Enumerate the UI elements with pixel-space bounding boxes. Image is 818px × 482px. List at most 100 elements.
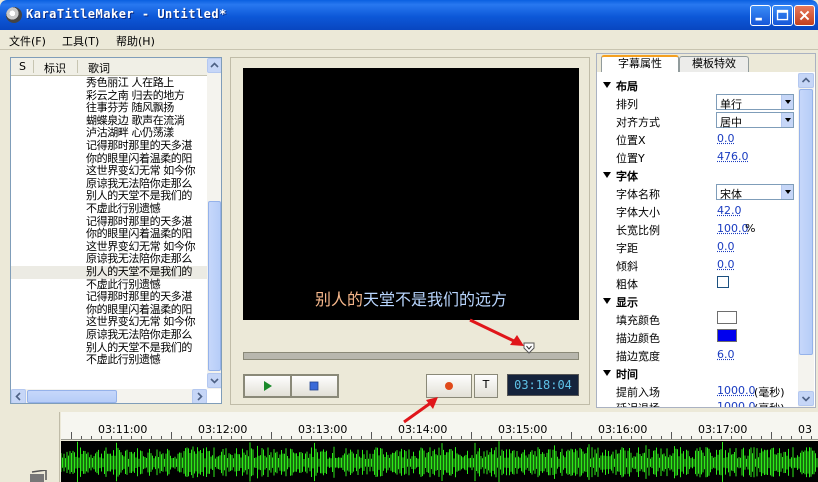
lyric-text: 记得那时那里的天多湛	[86, 291, 192, 303]
close-button[interactable]	[794, 5, 815, 26]
subtitle-sung-part: 别人的	[315, 290, 363, 309]
scroll-up-button[interactable]	[207, 58, 222, 73]
delay-exit-unit: (毫秒)	[754, 400, 785, 408]
section-timing[interactable]: 时间	[597, 364, 797, 382]
chevron-down-icon	[208, 374, 221, 387]
lyric-text: 原谅我无法陪你走那么	[86, 253, 192, 265]
lyric-text: 这世界变幻无常 如今你	[86, 165, 195, 177]
prop-pos-x: 位置X 0.0	[597, 130, 797, 148]
prop-italic: 倾斜 0.0	[597, 256, 797, 274]
minimize-button[interactable]	[750, 5, 771, 26]
prop-pos-x-label: 位置X	[616, 132, 646, 148]
lyric-row[interactable]: 记得那时那里的天多湛	[11, 140, 207, 153]
collapse-triangle-icon	[603, 298, 611, 304]
lyric-text: 这世界变幻无常 如今你	[86, 241, 195, 253]
play-icon	[245, 376, 290, 396]
column-header-s[interactable]: S	[19, 60, 26, 73]
italic-value[interactable]: 0.0	[717, 258, 735, 271]
aspect-ratio-value[interactable]: 100.0	[717, 222, 749, 235]
font-name-dropdown[interactable]: 宋体	[716, 184, 794, 200]
section-layout[interactable]: 布局	[597, 76, 797, 94]
scroll-thumb[interactable]	[799, 89, 813, 355]
menu-file[interactable]: 文件(F)	[9, 33, 46, 49]
arrange-dropdown[interactable]: 单行	[716, 94, 794, 110]
stroke-color-swatch[interactable]	[717, 329, 737, 342]
prop-delay-exit-label: 延迟退场	[616, 400, 660, 408]
stop-icon	[292, 376, 337, 396]
letter-spacing-value[interactable]: 0.0	[717, 240, 735, 253]
lyric-row[interactable]: 往事芬芳 随风飘扬	[11, 102, 207, 115]
menu-tools[interactable]: 工具(T)	[62, 33, 99, 49]
dropdown-button[interactable]	[781, 185, 793, 199]
lyric-text: 不虚此行别遗憾	[86, 354, 160, 366]
lyric-row[interactable]: 不虚此行别遗憾	[11, 203, 207, 216]
pos-y-value[interactable]: 476.0	[717, 150, 749, 163]
lyrics-list-panel: S 标识 歌词 秀色丽江 人在路上 彩云之南 归去的地方 往事芬芳 随风飘扬 蝴蝶泉边…	[10, 57, 222, 404]
lyric-text: 别人的天堂不是我们的	[86, 266, 192, 278]
lyrics-vertical-scrollbar[interactable]	[207, 58, 222, 389]
scroll-down-button[interactable]	[798, 391, 814, 406]
ruler-tick-label: 03:16:00	[598, 423, 647, 436]
lyric-text: 你的眼里闪着温柔的阳	[86, 153, 192, 165]
prop-fill-color: 填充颜色	[597, 310, 797, 328]
column-header-lyrics[interactable]: 歌词	[88, 60, 110, 76]
tab-subtitle-properties[interactable]: 字幕属性	[601, 55, 679, 72]
scroll-left-button[interactable]	[11, 389, 26, 404]
hscroll-thumb[interactable]	[27, 390, 117, 403]
chevron-up-icon	[799, 74, 813, 87]
lyric-row[interactable]: 你的眼里闪着温柔的阳	[11, 228, 207, 241]
preview-panel: 别人的天堂不是我们的远方 T 03:18:04	[230, 57, 590, 405]
lyric-text: 蝴蝶泉边 歌声在流淌	[86, 115, 185, 127]
dropdown-button[interactable]	[781, 95, 793, 109]
text-tool-button[interactable]: T	[474, 374, 498, 398]
scroll-thumb[interactable]	[208, 201, 221, 371]
lyric-row[interactable]: 记得那时那里的天多湛	[11, 291, 207, 304]
scroll-up-button[interactable]	[798, 73, 814, 88]
lyrics-horizontal-scrollbar[interactable]	[11, 389, 207, 404]
properties-vertical-scrollbar[interactable]	[798, 73, 814, 407]
scroll-down-button[interactable]	[207, 373, 222, 388]
prop-pos-y: 位置Y 476.0	[597, 148, 797, 166]
lyric-text: 别人的天堂不是我们的	[86, 190, 192, 202]
video-preview[interactable]: 别人的天堂不是我们的远方	[243, 68, 579, 320]
section-timing-label: 时间	[616, 366, 638, 382]
section-font[interactable]: 字体	[597, 166, 797, 184]
maximize-button[interactable]	[772, 5, 793, 26]
stroke-width-value[interactable]: 6.0	[717, 348, 735, 361]
play-button[interactable]	[244, 375, 291, 397]
align-value: 居中	[720, 114, 742, 130]
properties-tabs: 字幕属性 模板特效	[597, 54, 815, 72]
prop-stroke-width-label: 描边宽度	[616, 348, 660, 364]
tab-template-effects[interactable]: 模板特效	[679, 56, 749, 72]
stop-button[interactable]	[291, 375, 338, 397]
advance-entry-value[interactable]: 1000.0	[717, 384, 756, 397]
section-display[interactable]: 显示	[597, 292, 797, 310]
column-header-id[interactable]: 标识	[44, 60, 66, 76]
scroll-right-button[interactable]	[192, 389, 207, 404]
audio-waveform[interactable]	[61, 441, 818, 482]
timecode-display: 03:18:04	[507, 374, 579, 396]
ruler-tick-label: 03	[798, 423, 812, 436]
pos-x-value[interactable]: 0.0	[717, 132, 735, 145]
chevron-left-icon	[12, 390, 25, 403]
menu-help[interactable]: 帮助(H)	[116, 33, 155, 49]
lyric-text: 不虚此行别遗憾	[86, 279, 160, 291]
font-size-value[interactable]: 42.0	[717, 204, 742, 217]
lyric-row[interactable]: 原谅我无法陪你走那么	[11, 329, 207, 342]
lyric-row[interactable]: 秀色丽江 人在路上	[11, 77, 207, 90]
lyric-text: 往事芬芳 随风飘扬	[86, 102, 174, 114]
dropdown-button[interactable]	[781, 113, 793, 127]
section-font-label: 字体	[616, 168, 638, 184]
ruler-tick-label: 03:13:00	[298, 423, 347, 436]
bold-checkbox[interactable]	[717, 276, 729, 288]
align-dropdown[interactable]: 居中	[716, 112, 794, 128]
lyric-text: 秀色丽江 人在路上	[86, 77, 174, 89]
lyric-row[interactable]: 不虚此行别遗憾	[11, 354, 207, 367]
prop-aspect-ratio: 长宽比例 100.0 %	[597, 220, 797, 238]
delay-exit-value[interactable]: 1000.0	[717, 400, 756, 408]
lyric-row[interactable]: 这世界变幻无常 如今你	[11, 165, 207, 178]
close-icon	[795, 6, 814, 25]
fill-color-swatch[interactable]	[717, 311, 737, 324]
lyric-row[interactable]: 别人的天堂不是我们的	[11, 266, 207, 279]
app-icon[interactable]	[6, 7, 22, 23]
